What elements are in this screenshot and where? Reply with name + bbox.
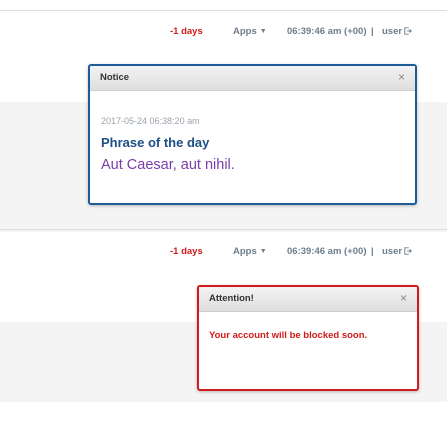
warning-message: Your account will be blocked soon. — [209, 330, 368, 341]
apps-menu[interactable]: Apps ▼ — [233, 24, 267, 40]
server-time: 06:39:46 am (+00) — [287, 246, 367, 257]
apps-menu[interactable]: Apps ▼ — [233, 244, 267, 260]
apps-label: Apps — [233, 26, 257, 37]
user-label: user — [382, 26, 403, 37]
user-menu[interactable]: user — [382, 24, 412, 40]
close-icon[interactable]: × — [398, 66, 405, 88]
days-indicator: -1 days — [170, 246, 203, 257]
dialog-title: Notice — [100, 72, 130, 83]
close-icon[interactable]: × — [400, 287, 407, 309]
top-divider — [0, 10, 447, 11]
middle-divider — [0, 229, 447, 230]
phrase-text: Aut Caesar, aut nihil. — [101, 157, 235, 173]
phrase-title: Phrase of the day — [101, 135, 210, 150]
attention-dialog: Attention! × Your account will be blocke… — [197, 285, 419, 391]
separator: | — [371, 246, 374, 257]
caret-down-icon: ▼ — [259, 28, 267, 35]
top-navbar: -1 days Apps ▼ 06:39:46 am (+00) | user — [0, 244, 447, 260]
logout-icon[interactable] — [404, 27, 412, 35]
server-time: 06:39:46 am (+00) — [287, 26, 367, 37]
user-menu[interactable]: user — [382, 244, 412, 260]
separator: | — [371, 26, 374, 37]
dialog-title: Attention! — [209, 293, 254, 304]
top-navbar: -1 days Apps ▼ 06:39:46 am (+00) | user — [0, 24, 447, 40]
notice-date: 2017-05-24 06:38:20 am — [101, 116, 200, 126]
user-label: user — [382, 246, 403, 257]
days-indicator: -1 days — [170, 26, 203, 37]
notice-dialog: Notice × 2017-05-24 06:38:20 am Phrase o… — [88, 64, 417, 205]
dialog-header: Attention! × — [199, 287, 417, 312]
apps-label: Apps — [233, 246, 257, 257]
dialog-header: Notice × — [90, 66, 415, 91]
screenshot: -1 days Apps ▼ 06:39:46 am (+00) | user N… — [0, 0, 447, 427]
logout-icon[interactable] — [404, 247, 412, 255]
caret-down-icon: ▼ — [259, 248, 267, 255]
